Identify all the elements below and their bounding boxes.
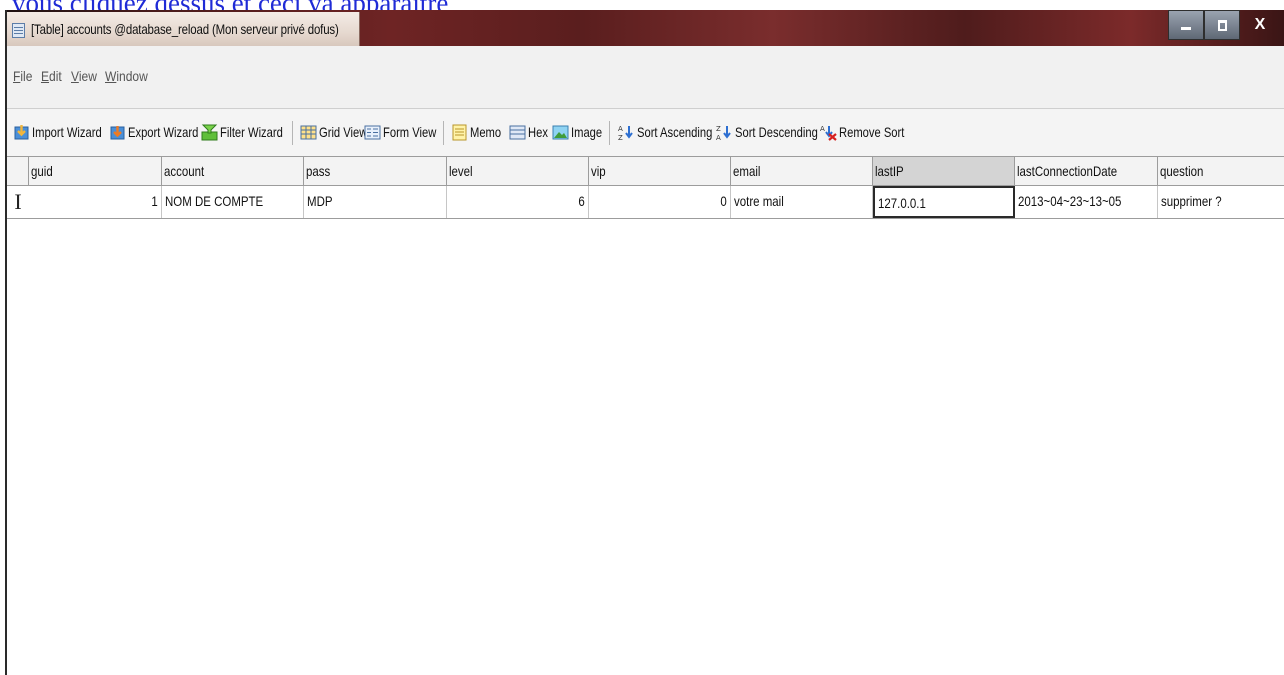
table-row[interactable]: 1 NOM DE COMPTE MDP 6 0 votre mail 127.0… [7,186,1284,219]
filter-wizard-button[interactable]: Filter Wizard [201,122,299,142]
column-header-pass[interactable]: pass [304,157,447,185]
cell-level[interactable]: 6 [447,186,589,218]
svg-text:A: A [820,125,825,133]
svg-text:A: A [716,134,721,141]
menu-edit[interactable]: Edit [41,68,62,84]
svg-text:A: A [618,125,623,133]
column-header-question[interactable]: question [1158,157,1284,185]
memo-icon [452,124,467,140]
memo-button[interactable]: Memo [451,122,509,142]
cell-account[interactable]: NOM DE COMPTE [162,186,304,218]
column-header-vip[interactable]: vip [589,157,731,185]
hex-button[interactable]: Hex [509,122,553,142]
cell-lastconnectiondate[interactable]: 2013~04~23~13~05 [1015,186,1158,218]
window-controls: X [1168,10,1280,40]
export-wizard-icon [110,125,125,139]
grid-view-icon [300,125,317,139]
svg-text:Z: Z [716,125,721,133]
sort-descending-icon: ZA [716,125,731,141]
window-title: [Table] accounts @database_reload (Mon s… [31,21,339,37]
maximize-icon [1217,19,1227,31]
column-header-email[interactable]: email [731,157,873,185]
remove-sort-icon: A [820,125,837,141]
maximize-button[interactable] [1204,10,1240,40]
column-header-account[interactable]: account [162,157,304,185]
column-header-level[interactable]: level [447,157,589,185]
hex-icon [509,125,526,139]
svg-text:Z: Z [618,134,623,141]
toolbar-separator [609,121,610,145]
column-header-lastip[interactable]: lastIP [873,157,1015,185]
table-window: [Table] accounts @database_reload (Mon s… [5,10,1284,675]
cell-guid[interactable]: 1 [29,186,162,218]
import-wizard-button[interactable]: Import Wizard [13,122,119,142]
table-icon [12,23,25,38]
export-wizard-button[interactable]: Export Wizard [109,122,216,142]
remove-sort-button[interactable]: A Remove Sort [820,122,921,142]
sort-ascending-icon: AZ [618,125,633,141]
cell-pass[interactable]: MDP [304,186,447,218]
form-view-icon [364,125,381,139]
toolbar-separator [443,121,444,145]
filter-wizard-icon [201,124,218,140]
toolbar-separator [292,121,293,145]
menu-file[interactable]: File [13,68,32,84]
window-title-tab[interactable]: [Table] accounts @database_reload (Mon s… [7,12,360,46]
close-button[interactable]: X [1240,10,1280,40]
close-icon: X [1254,16,1266,33]
form-view-button[interactable]: Form View [364,122,450,142]
image-button[interactable]: Image [552,122,610,142]
column-header-guid[interactable]: guid [29,157,162,185]
column-header-lastconnectiondate[interactable]: lastConnectionDate [1015,157,1158,185]
menu-window[interactable]: Window [105,68,148,84]
menu-bar: File Edit View Window [7,46,1284,109]
menu-view[interactable]: View [71,68,97,84]
row-indicator-header [7,157,29,185]
cell-question[interactable]: supprimer ? [1158,186,1284,218]
cell-lastip[interactable]: 127.0.0.1 [873,186,1015,218]
title-bar[interactable]: [Table] accounts @database_reload (Mon s… [7,10,1284,46]
minimize-button[interactable] [1168,10,1204,40]
cell-vip[interactable]: 0 [589,186,731,218]
data-grid[interactable]: guid account pass level vip email lastIP… [7,156,1284,675]
minimize-icon [1181,27,1191,30]
toolbar: Import Wizard Export Wizard Filter Wizar… [7,109,1284,157]
import-wizard-icon [14,124,29,139]
sort-ascending-button[interactable]: AZ Sort Ascending [618,122,731,142]
cell-email[interactable]: votre mail [731,186,873,218]
grid-header: guid account pass level vip email lastIP… [7,156,1284,186]
image-icon [552,125,569,139]
